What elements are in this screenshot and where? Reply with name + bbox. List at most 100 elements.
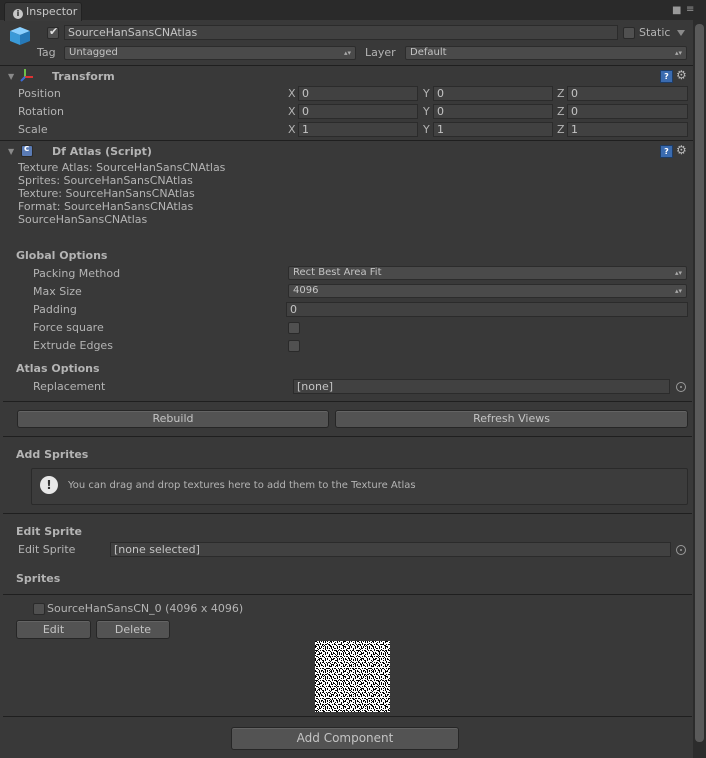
position-x-field[interactable]: 0 [298, 86, 418, 101]
max-size-value: 4096 [293, 285, 319, 296]
transform-title: Transform [52, 70, 115, 83]
drop-hint-text: You can drag and drop textures here to a… [68, 480, 416, 491]
divider [3, 401, 692, 402]
refresh-views-button[interactable]: Refresh Views [335, 410, 688, 428]
transform-icon [20, 68, 34, 82]
replacement-field[interactable]: [none] [293, 379, 670, 394]
max-size-dropdown[interactable]: 4096 ▴▾ [288, 284, 687, 298]
gear-icon[interactable]: ⚙ [676, 69, 687, 81]
tab-inspector[interactable]: i Inspector [4, 2, 82, 21]
scale-x-field[interactable]: 1 [298, 122, 418, 137]
edit-button[interactable]: Edit [16, 620, 91, 639]
extrude-edges-label: Extrude Edges [33, 339, 113, 352]
tag-value: Untagged [69, 47, 118, 58]
foldout-transform-icon[interactable]: ▼ [8, 72, 14, 81]
position-y-field[interactable]: 0 [433, 86, 553, 101]
divider [3, 594, 692, 595]
axis-y-label: Y [423, 87, 430, 100]
rotation-z-field[interactable]: 0 [567, 104, 688, 119]
tag-dropdown[interactable]: Untagged ▴▾ [64, 46, 356, 60]
divider [3, 716, 692, 717]
info-texture: Texture: SourceHanSansCNAtlas [18, 187, 195, 200]
atlas-options-header: Atlas Options [16, 362, 100, 375]
info-icon: i [13, 9, 23, 19]
active-checkbox[interactable]: ✔ [47, 25, 59, 39]
force-square-checkbox[interactable] [288, 322, 300, 334]
rebuild-button[interactable]: Rebuild [17, 410, 329, 428]
axis-z-label: Z [557, 87, 565, 100]
replacement-label: Replacement [33, 380, 106, 393]
padding-field[interactable]: 0 [286, 302, 688, 317]
help-icon[interactable]: ? [660, 145, 673, 158]
dropdown-arrow-icon: ▴▾ [674, 49, 682, 57]
axis-z-label: Z [557, 105, 565, 118]
static-label: Static [639, 26, 671, 39]
add-sprites-header: Add Sprites [16, 448, 89, 461]
foldout-dfatlas-icon[interactable]: ▼ [8, 147, 14, 156]
divider [3, 436, 692, 437]
info-atlas-name: SourceHanSansCNAtlas [18, 213, 148, 226]
gameobject-name-field[interactable]: SourceHanSansCNAtlas [64, 25, 618, 40]
sprites-header: Sprites [16, 572, 61, 585]
force-square-label: Force square [33, 321, 104, 334]
edit-sprite-field[interactable]: [none selected] [110, 542, 671, 557]
script-icon: c [21, 144, 33, 157]
packing-method-label: Packing Method [33, 267, 121, 280]
layer-value: Default [410, 47, 447, 58]
menu-icon[interactable]: ≡ [686, 4, 694, 15]
layer-dropdown[interactable]: Default ▴▾ [405, 46, 687, 60]
scale-z-field[interactable]: 1 [567, 122, 688, 137]
edit-sprite-label: Edit Sprite [18, 543, 76, 556]
gear-icon[interactable]: ⚙ [676, 144, 687, 156]
tab-inspector-label: Inspector [26, 5, 78, 18]
padding-label: Padding [33, 303, 77, 316]
sprite-preview-texture [315, 641, 390, 712]
divider [3, 513, 692, 514]
axis-z-label: Z [557, 123, 565, 136]
divider [0, 65, 693, 66]
lock-icon[interactable]: ■ [672, 5, 681, 16]
info-texture-atlas: Texture Atlas: SourceHanSansCNAtlas [18, 161, 226, 174]
dropdown-arrow-icon: ▴▾ [674, 269, 682, 277]
axis-y-label: Y [423, 105, 430, 118]
sprite-item-label: SourceHanSansCN_0 (4096 x 4096) [47, 602, 244, 615]
axis-x-label: X [288, 105, 296, 118]
scale-label: Scale [18, 123, 48, 136]
info-sprites: Sprites: SourceHanSansCNAtlas [18, 174, 193, 187]
edit-sprite-header: Edit Sprite [16, 525, 82, 538]
position-z-field[interactable]: 0 [567, 86, 688, 101]
packing-method-dropdown[interactable]: Rect Best Area Fit ▴▾ [288, 266, 687, 280]
divider [0, 140, 693, 141]
object-picker-icon[interactable] [676, 545, 686, 555]
sprite-preview [315, 641, 390, 712]
position-label: Position [18, 87, 61, 100]
object-picker-icon[interactable] [676, 382, 686, 392]
info-alert-icon: ! [40, 476, 58, 494]
tab-bar [0, 0, 706, 20]
dropdown-arrow-icon: ▴▾ [674, 287, 682, 295]
axis-y-label: Y [423, 123, 430, 136]
scale-y-field[interactable]: 1 [433, 122, 553, 137]
gameobject-cube-icon [9, 26, 31, 46]
packing-method-value: Rect Best Area Fit [293, 267, 382, 278]
tag-label: Tag [37, 46, 56, 59]
rotation-y-field[interactable]: 0 [433, 104, 553, 119]
extrude-edges-checkbox[interactable] [288, 340, 300, 352]
dfatlas-title: Df Atlas (Script) [52, 145, 152, 158]
static-dropdown-icon[interactable] [677, 30, 685, 36]
rotation-label: Rotation [18, 105, 65, 118]
add-component-button[interactable]: Add Component [231, 727, 459, 750]
scrollbar-thumb[interactable] [695, 24, 704, 742]
delete-button[interactable]: Delete [96, 620, 170, 639]
axis-x-label: X [288, 87, 296, 100]
global-options-header: Global Options [16, 249, 108, 262]
info-format: Format: SourceHanSansCNAtlas [18, 200, 194, 213]
sprite-checkbox[interactable] [33, 603, 45, 615]
layer-label: Layer [365, 46, 396, 59]
axis-x-label: X [288, 123, 296, 136]
rotation-x-field[interactable]: 0 [298, 104, 418, 119]
max-size-label: Max Size [33, 285, 82, 298]
static-checkbox[interactable] [623, 27, 635, 39]
help-icon[interactable]: ? [660, 70, 673, 83]
dropdown-arrow-icon: ▴▾ [343, 49, 351, 57]
